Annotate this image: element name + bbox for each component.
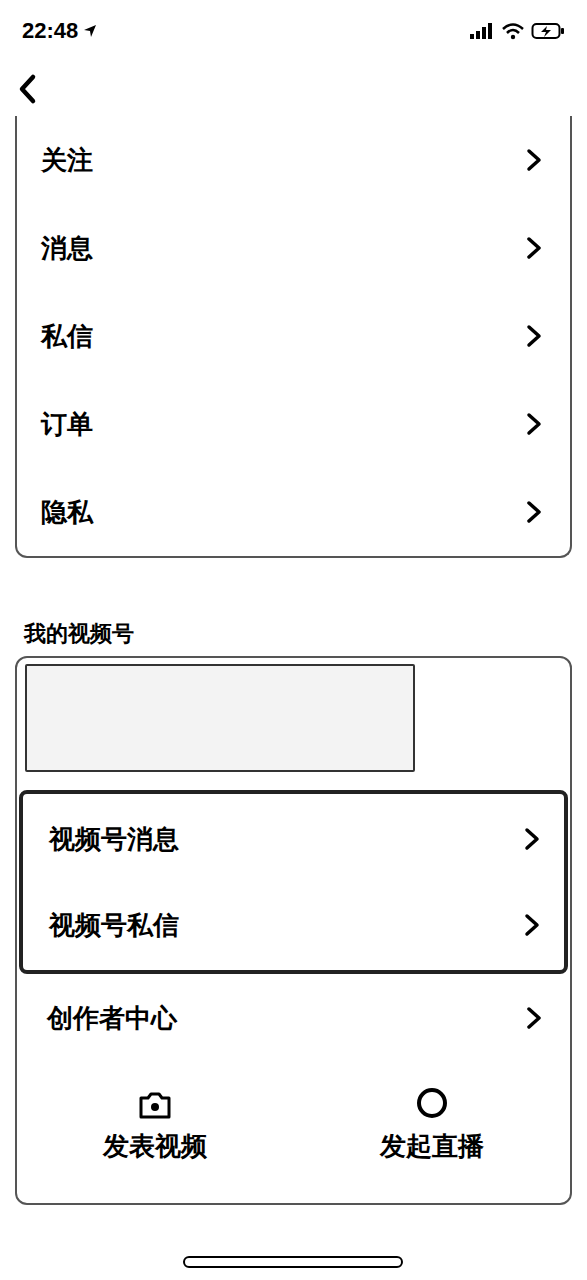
chevron-right-icon — [524, 1005, 544, 1031]
location-arrow-icon — [82, 23, 98, 39]
chevron-right-icon — [522, 912, 542, 938]
chevron-right-icon — [524, 147, 544, 173]
menu-label: 订单 — [41, 408, 93, 441]
settings-card: 关注消息私信订单隐私 — [15, 116, 572, 558]
menu-label: 隐私 — [41, 496, 93, 529]
signal-icon — [469, 22, 495, 40]
channel-label: 视频号消息 — [49, 823, 179, 856]
action-icon-wrap — [138, 1084, 172, 1120]
channel-card: 视频号消息视频号私信创作者中心发表视频 发起直播 — [15, 656, 572, 1205]
action-button[interactable]: 发起直播 — [294, 1084, 571, 1163]
menu-row[interactable]: 消息 — [17, 204, 570, 292]
redacted-profile — [25, 664, 415, 772]
channel-label: 视频号私信 — [49, 909, 179, 942]
menu-row[interactable]: 关注 — [17, 116, 570, 204]
back-arrow-icon — [16, 73, 38, 105]
chevron-right-icon — [524, 411, 544, 437]
menu-row[interactable]: 私信 — [17, 292, 570, 380]
back-button[interactable] — [16, 73, 38, 105]
channel-row[interactable]: 创作者中心 — [17, 974, 570, 1062]
action-label: 发表视频 — [103, 1130, 207, 1163]
menu-row[interactable]: 订单 — [17, 380, 570, 468]
home-indicator[interactable] — [183, 1256, 403, 1268]
nav-header — [0, 62, 587, 116]
chevron-right-icon — [522, 826, 542, 852]
chevron-right-icon — [524, 323, 544, 349]
menu-label: 关注 — [41, 144, 93, 177]
status-right — [469, 22, 565, 40]
battery-charging-icon — [531, 22, 565, 40]
status-bar: 22:48 — [0, 0, 587, 62]
channel-label: 创作者中心 — [47, 1002, 177, 1035]
chevron-right-icon — [524, 499, 544, 525]
wifi-icon — [501, 22, 525, 40]
clock: 22:48 — [22, 20, 78, 42]
action-button[interactable]: 发表视频 — [17, 1084, 294, 1163]
channel-row[interactable]: 视频号私信 — [23, 882, 564, 968]
action-label: 发起直播 — [380, 1130, 484, 1163]
highlight-box: 视频号消息视频号私信 — [19, 790, 568, 974]
section-title: 我的视频号 — [24, 620, 587, 648]
menu-row[interactable]: 隐私 — [17, 468, 570, 556]
live-circle-icon — [415, 1086, 449, 1120]
action-icon-wrap — [415, 1084, 449, 1120]
menu-label: 消息 — [41, 232, 93, 265]
menu-label: 私信 — [41, 320, 93, 353]
channel-row[interactable]: 视频号消息 — [23, 796, 564, 882]
status-left: 22:48 — [22, 20, 98, 42]
camera-icon — [138, 1090, 172, 1120]
chevron-right-icon — [524, 235, 544, 261]
action-bar: 发表视频 发起直播 — [17, 1062, 570, 1203]
profile-row[interactable] — [17, 658, 570, 790]
